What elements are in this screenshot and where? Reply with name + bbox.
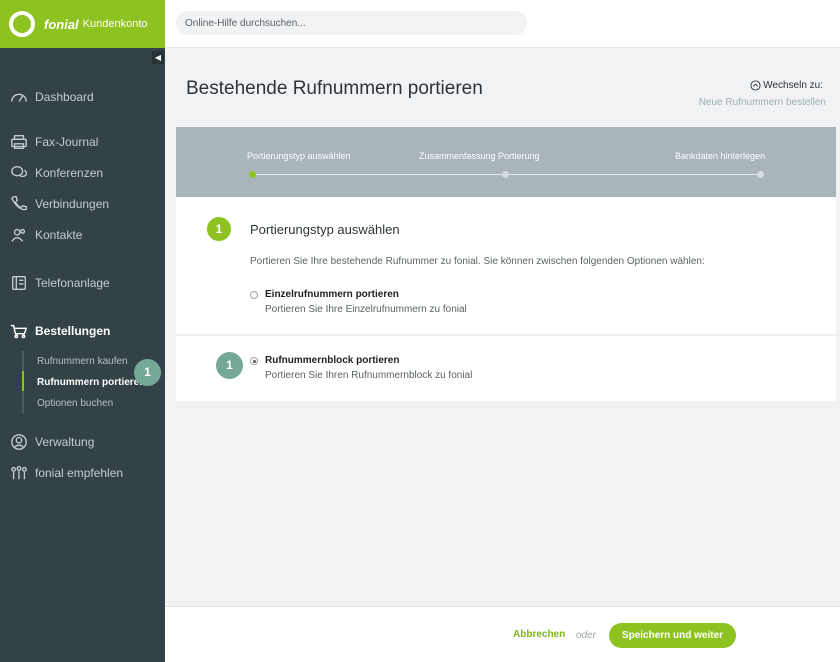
step-label-3: Bankdaten hinterlegen bbox=[675, 151, 766, 161]
sidebar-item-label: Verwaltung bbox=[35, 435, 95, 449]
sidebar-item-konferenzen[interactable]: Konferenzen bbox=[10, 164, 103, 182]
option-description: Portieren Sie Ihre Einzelrufnummern zu f… bbox=[265, 304, 467, 315]
sidebar-item-bestellungen[interactable]: Bestellungen bbox=[10, 322, 110, 340]
porting-type-card: 1 Portierungstyp auswählen Portieren Sie… bbox=[176, 197, 836, 334]
cancel-button[interactable]: Abbrechen bbox=[513, 629, 565, 640]
save-and-continue-button[interactable]: Speichern und weiter bbox=[609, 623, 736, 648]
sidebar-item-dashboard[interactable]: Dashboard bbox=[10, 88, 94, 106]
step-dot-1 bbox=[249, 171, 256, 178]
switch-label-text: Wechseln zu: bbox=[763, 80, 823, 91]
or-separator: oder bbox=[576, 630, 597, 641]
sidebar-item-label: Dashboard bbox=[35, 90, 94, 104]
printer-icon bbox=[11, 135, 27, 149]
switch-to-label: Wechseln zu: bbox=[750, 80, 823, 91]
sidebar-step-badge: 1 bbox=[134, 359, 161, 386]
step-dot-2 bbox=[502, 171, 509, 178]
bestellungen-subnav: Rufnummern kaufen Rufnummern portieren O… bbox=[22, 351, 145, 413]
brand-sub: Kundenkonto bbox=[82, 18, 148, 30]
section-title: Portierungstyp auswählen bbox=[250, 222, 400, 237]
step-label-1: Portierungstyp auswählen bbox=[247, 151, 351, 161]
option-title[interactable]: Rufnummernblock portieren bbox=[265, 355, 399, 366]
subnav-item-optionen-buchen[interactable]: Optionen buchen bbox=[37, 398, 113, 409]
switch-arrows-icon bbox=[750, 80, 761, 91]
brand-header[interactable]: fonial Kundenkonto bbox=[0, 0, 165, 48]
contacts-icon bbox=[11, 228, 26, 242]
sidebar-item-telefonanlage[interactable]: Telefonanlage bbox=[10, 274, 110, 292]
option-title[interactable]: Einzelrufnummern portieren bbox=[265, 289, 399, 300]
chat-bubbles-icon bbox=[11, 166, 28, 178]
brand-name: fonial bbox=[44, 16, 79, 32]
sidebar-item-label: Telefonanlage bbox=[35, 276, 110, 290]
sidebar-item-verbindungen[interactable]: Verbindungen bbox=[10, 195, 109, 213]
sidebar-item-fonial-empfehlen[interactable]: fonial empfehlen bbox=[10, 464, 123, 482]
radio-einzelrufnummern[interactable] bbox=[250, 291, 258, 299]
top-bar bbox=[165, 0, 840, 48]
action-footer: Abbrechen oder Speichern und weiter bbox=[165, 606, 840, 662]
step-label-2: Zusammenfassung Portierung bbox=[419, 151, 540, 161]
option-number-badge: 1 bbox=[216, 352, 243, 379]
sidebar-item-verwaltung[interactable]: Verwaltung bbox=[10, 433, 94, 451]
sidebar-item-fax-journal[interactable]: Fax-Journal bbox=[10, 133, 98, 151]
sidebar-item-kontakte[interactable]: Kontakte bbox=[10, 226, 82, 244]
phone-icon bbox=[10, 196, 27, 211]
sidebar-item-label: Bestellungen bbox=[35, 324, 111, 338]
section-intro: Portieren Sie Ihre bestehende Rufnummer … bbox=[250, 256, 705, 267]
cart-icon bbox=[10, 324, 28, 339]
sidebar-item-label: Kontakte bbox=[35, 228, 83, 242]
sidebar: fonial Kundenkonto ◀ Dashboard Fax-Journ… bbox=[0, 0, 165, 662]
subnav-selected-indicator bbox=[22, 371, 24, 391]
new-numbers-link[interactable]: Neue Rufnummern bestellen bbox=[699, 97, 826, 108]
block-option-card: 1 Rufnummernblock portieren Portieren Si… bbox=[176, 335, 836, 401]
section-number-badge: 1 bbox=[207, 217, 231, 241]
subnav-item-rufnummern-portieren[interactable]: Rufnummern portieren bbox=[37, 377, 145, 388]
sidebar-item-label: Konferenzen bbox=[35, 166, 104, 180]
page-title: Bestehende Rufnummern portieren bbox=[186, 78, 483, 99]
fonial-logo-icon bbox=[9, 11, 35, 37]
option-description: Portieren Sie Ihren Rufnummernblock zu f… bbox=[265, 370, 473, 381]
progress-stepper: Portierungstyp auswählen Zusammenfassung… bbox=[176, 127, 836, 197]
phone-system-icon bbox=[12, 276, 26, 290]
step-dot-3 bbox=[757, 171, 764, 178]
subnav-item-rufnummern-kaufen[interactable]: Rufnummern kaufen bbox=[37, 356, 128, 367]
gauge-icon bbox=[11, 93, 27, 102]
collapse-sidebar-icon[interactable]: ◀ bbox=[152, 51, 164, 64]
people-icon bbox=[11, 466, 27, 480]
sidebar-item-label: Verbindungen bbox=[35, 197, 110, 211]
search-input[interactable] bbox=[176, 11, 527, 35]
sidebar-item-label: fonial empfehlen bbox=[35, 466, 124, 480]
sidebar-item-label: Fax-Journal bbox=[35, 135, 99, 149]
radio-rufnummernblock[interactable] bbox=[250, 357, 258, 365]
user-circle-icon bbox=[11, 434, 27, 450]
